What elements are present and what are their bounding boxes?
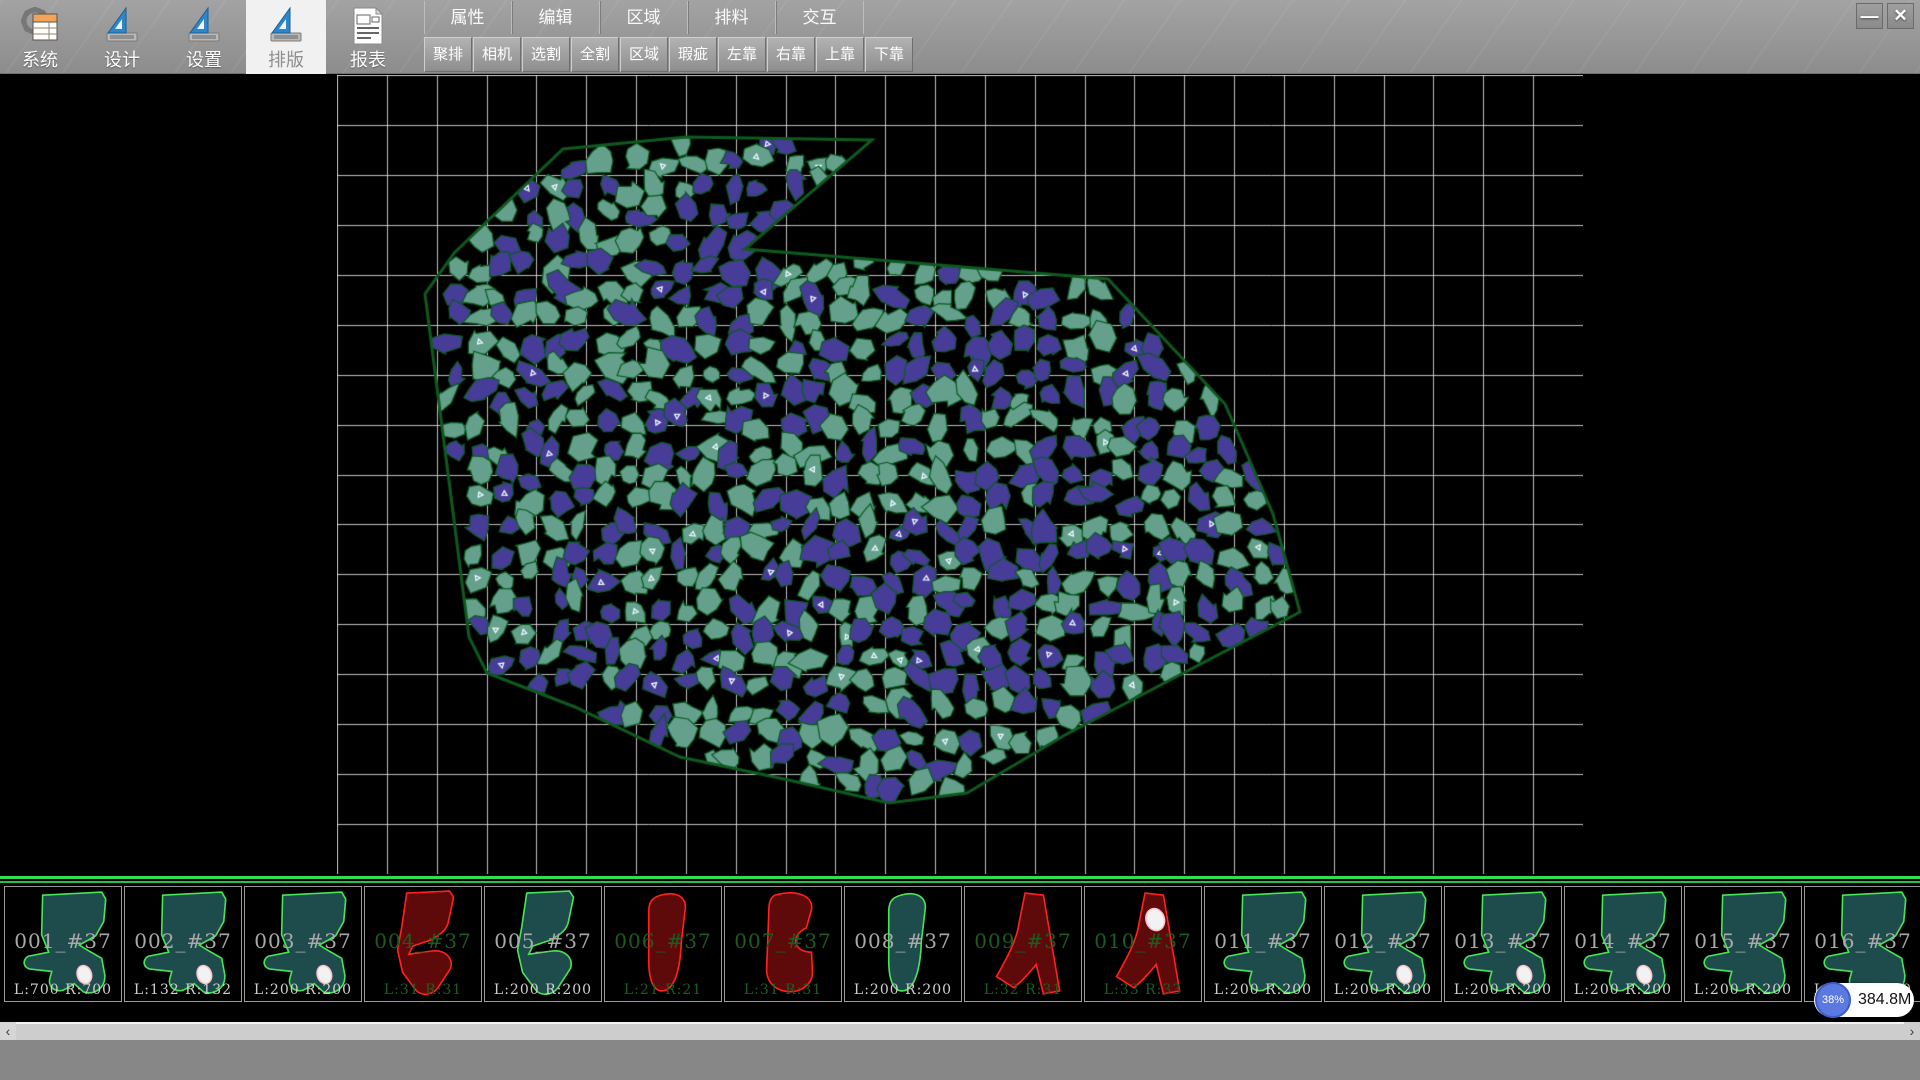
horizontal-scrollbar[interactable] bbox=[0, 1022, 1920, 1040]
piece-name-label: 002_#37 bbox=[125, 929, 241, 953]
piece-count-label: L:200 R:200 bbox=[1205, 982, 1321, 998]
nav-button-label: 报表 bbox=[350, 48, 386, 72]
piece-count-label: L:21 R:21 bbox=[605, 982, 721, 998]
piece-thumbnail-002_#37[interactable]: 002_#37 L:132 R:132 bbox=[124, 886, 242, 1002]
scroll-left-arrow[interactable]: ‹ bbox=[0, 1022, 16, 1040]
piece-name-label: 007_#37 bbox=[725, 929, 841, 953]
piece-count-label: L:200 R:200 bbox=[245, 982, 361, 998]
tool-button-1[interactable]: 聚排 bbox=[424, 37, 472, 72]
piece-count-label: L:132 R:132 bbox=[125, 982, 241, 998]
piece-name-label: 013_#37 bbox=[1445, 929, 1561, 953]
menu-tab-4[interactable]: 排料 bbox=[688, 1, 776, 34]
piece-name-label: 014_#37 bbox=[1565, 929, 1681, 953]
piece-count-label: L:31 R:31 bbox=[365, 982, 481, 998]
piece-name-label: 009_#37 bbox=[965, 929, 1081, 953]
piece-name-label: 005_#37 bbox=[485, 929, 601, 953]
nav-button-3[interactable]: 设置 bbox=[164, 0, 244, 74]
nesting-canvas[interactable] bbox=[337, 75, 1583, 874]
ruler-laptop-icon bbox=[264, 4, 308, 48]
tool-button-6[interactable]: 瑕疵 bbox=[669, 37, 717, 72]
piece-count-label: L:200 R:200 bbox=[1685, 982, 1801, 998]
piece-thumbnail-strip: 001_#37L:700 R:700002_#37L:132 R:132003_… bbox=[4, 886, 1920, 1002]
piece-count-label: L:33 R:33 bbox=[1085, 982, 1201, 998]
piece-name-label: 004_#37 bbox=[365, 929, 481, 953]
nav-button-2[interactable]: 设计 bbox=[82, 0, 162, 74]
piece-thumbnail-014_#37[interactable]: 014_#37 L:200 R:200 bbox=[1564, 886, 1682, 1002]
piece-thumbnail-012_#37[interactable]: 012_#37 L:200 R:200 bbox=[1324, 886, 1442, 1002]
nav-button-label: 排版 bbox=[268, 48, 304, 72]
piece-count-label: L:200 R:200 bbox=[485, 982, 601, 998]
piece-thumbnail-015_#37[interactable]: 015_#37 L:200 R:200 bbox=[1684, 886, 1802, 1002]
piece-thumbnail-007_#37[interactable]: 007_#37 L:31 R:31 bbox=[724, 886, 842, 1002]
piece-name-label: 016_#37 bbox=[1805, 929, 1920, 953]
piece-thumbnail-011_#37[interactable]: 011_#37 L:200 R:200 bbox=[1204, 886, 1322, 1002]
piece-thumbnail-013_#37[interactable]: 013_#37 L:200 R:200 bbox=[1444, 886, 1562, 1002]
piece-thumbnail-009_#37[interactable]: 009_#37 L:32 R:31 bbox=[964, 886, 1082, 1002]
tool-button-3[interactable]: 选割 bbox=[522, 37, 570, 72]
piece-thumbnail-010_#37[interactable]: 010_#37 L:33 R:33 bbox=[1084, 886, 1202, 1002]
piece-name-label: 011_#37 bbox=[1205, 929, 1321, 953]
piece-thumbnail-005_#37[interactable]: 005_#37 L:200 R:200 bbox=[484, 886, 602, 1002]
piece-name-label: 006_#37 bbox=[605, 929, 721, 953]
menu-tab-5[interactable]: 交互 bbox=[776, 1, 864, 34]
tool-button-row: 聚排相机选割全割区域瑕疵左靠右靠上靠下靠 bbox=[424, 37, 913, 72]
percent-indicator: 38% bbox=[1815, 982, 1851, 1018]
nav-button-5[interactable]: 报表 bbox=[328, 0, 408, 74]
nav-button-label: 设计 bbox=[104, 48, 140, 72]
thumbnail-strip-separator-2 bbox=[0, 881, 1920, 883]
memory-status-badge: 38% 384.8M bbox=[1814, 983, 1914, 1017]
tool-button-2[interactable]: 相机 bbox=[473, 37, 521, 72]
menu-tab-3[interactable]: 区域 bbox=[600, 1, 688, 34]
tool-button-10[interactable]: 下靠 bbox=[865, 37, 913, 72]
menu-tab-1[interactable]: 属性 bbox=[424, 1, 512, 34]
gear-table-icon bbox=[18, 4, 62, 48]
tool-button-5[interactable]: 区域 bbox=[620, 37, 668, 72]
piece-name-label: 003_#37 bbox=[245, 929, 361, 953]
piece-thumbnail-008_#37[interactable]: 008_#37 L:200 R:200 bbox=[844, 886, 962, 1002]
nav-button-4[interactable]: 排版 bbox=[246, 0, 326, 74]
menu-tab-row: 属性编辑区域排料交互 bbox=[424, 1, 864, 34]
piece-count-label: L:200 R:200 bbox=[1565, 982, 1681, 998]
piece-count-label: L:700 R:700 bbox=[5, 982, 121, 998]
piece-count-label: L:32 R:31 bbox=[965, 982, 1081, 998]
piece-count-label: L:200 R:200 bbox=[1445, 982, 1561, 998]
report-doc-icon bbox=[346, 4, 390, 48]
ruler-laptop-icon bbox=[100, 4, 144, 48]
tool-button-7[interactable]: 左靠 bbox=[718, 37, 766, 72]
minimize-button[interactable]: — bbox=[1856, 3, 1883, 29]
ruler-laptop-icon bbox=[182, 4, 226, 48]
tool-button-8[interactable]: 右靠 bbox=[767, 37, 815, 72]
menu-tab-2[interactable]: 编辑 bbox=[512, 1, 600, 34]
nav-button-1[interactable]: 系统 bbox=[0, 0, 80, 74]
piece-name-label: 001_#37 bbox=[5, 929, 121, 953]
piece-count-label: L:31 R:31 bbox=[725, 982, 841, 998]
close-button[interactable]: ✕ bbox=[1887, 3, 1914, 29]
nav-button-label: 设置 bbox=[186, 48, 222, 72]
piece-thumbnail-001_#37[interactable]: 001_#37 L:700 R:700 bbox=[4, 886, 122, 1002]
piece-count-label: L:200 R:200 bbox=[1325, 982, 1441, 998]
tool-button-9[interactable]: 上靠 bbox=[816, 37, 864, 72]
piece-thumbnail-006_#37[interactable]: 006_#37 L:21 R:21 bbox=[604, 886, 722, 1002]
piece-count-label: L:200 R:200 bbox=[845, 982, 961, 998]
memory-size-label: 384.8M bbox=[1858, 983, 1911, 1017]
piece-thumbnail-004_#37[interactable]: 004_#37 L:31 R:31 bbox=[364, 886, 482, 1002]
piece-name-label: 012_#37 bbox=[1325, 929, 1441, 953]
bottom-status-band bbox=[0, 1040, 1920, 1080]
scroll-right-arrow[interactable]: › bbox=[1904, 1022, 1920, 1040]
thumbnail-strip-separator bbox=[0, 876, 1920, 879]
tool-button-4[interactable]: 全割 bbox=[571, 37, 619, 72]
nav-button-label: 系统 bbox=[22, 48, 58, 72]
piece-name-label: 010_#37 bbox=[1085, 929, 1201, 953]
piece-thumbnail-003_#37[interactable]: 003_#37 L:200 R:200 bbox=[244, 886, 362, 1002]
piece-name-label: 015_#37 bbox=[1685, 929, 1801, 953]
piece-name-label: 008_#37 bbox=[845, 929, 961, 953]
